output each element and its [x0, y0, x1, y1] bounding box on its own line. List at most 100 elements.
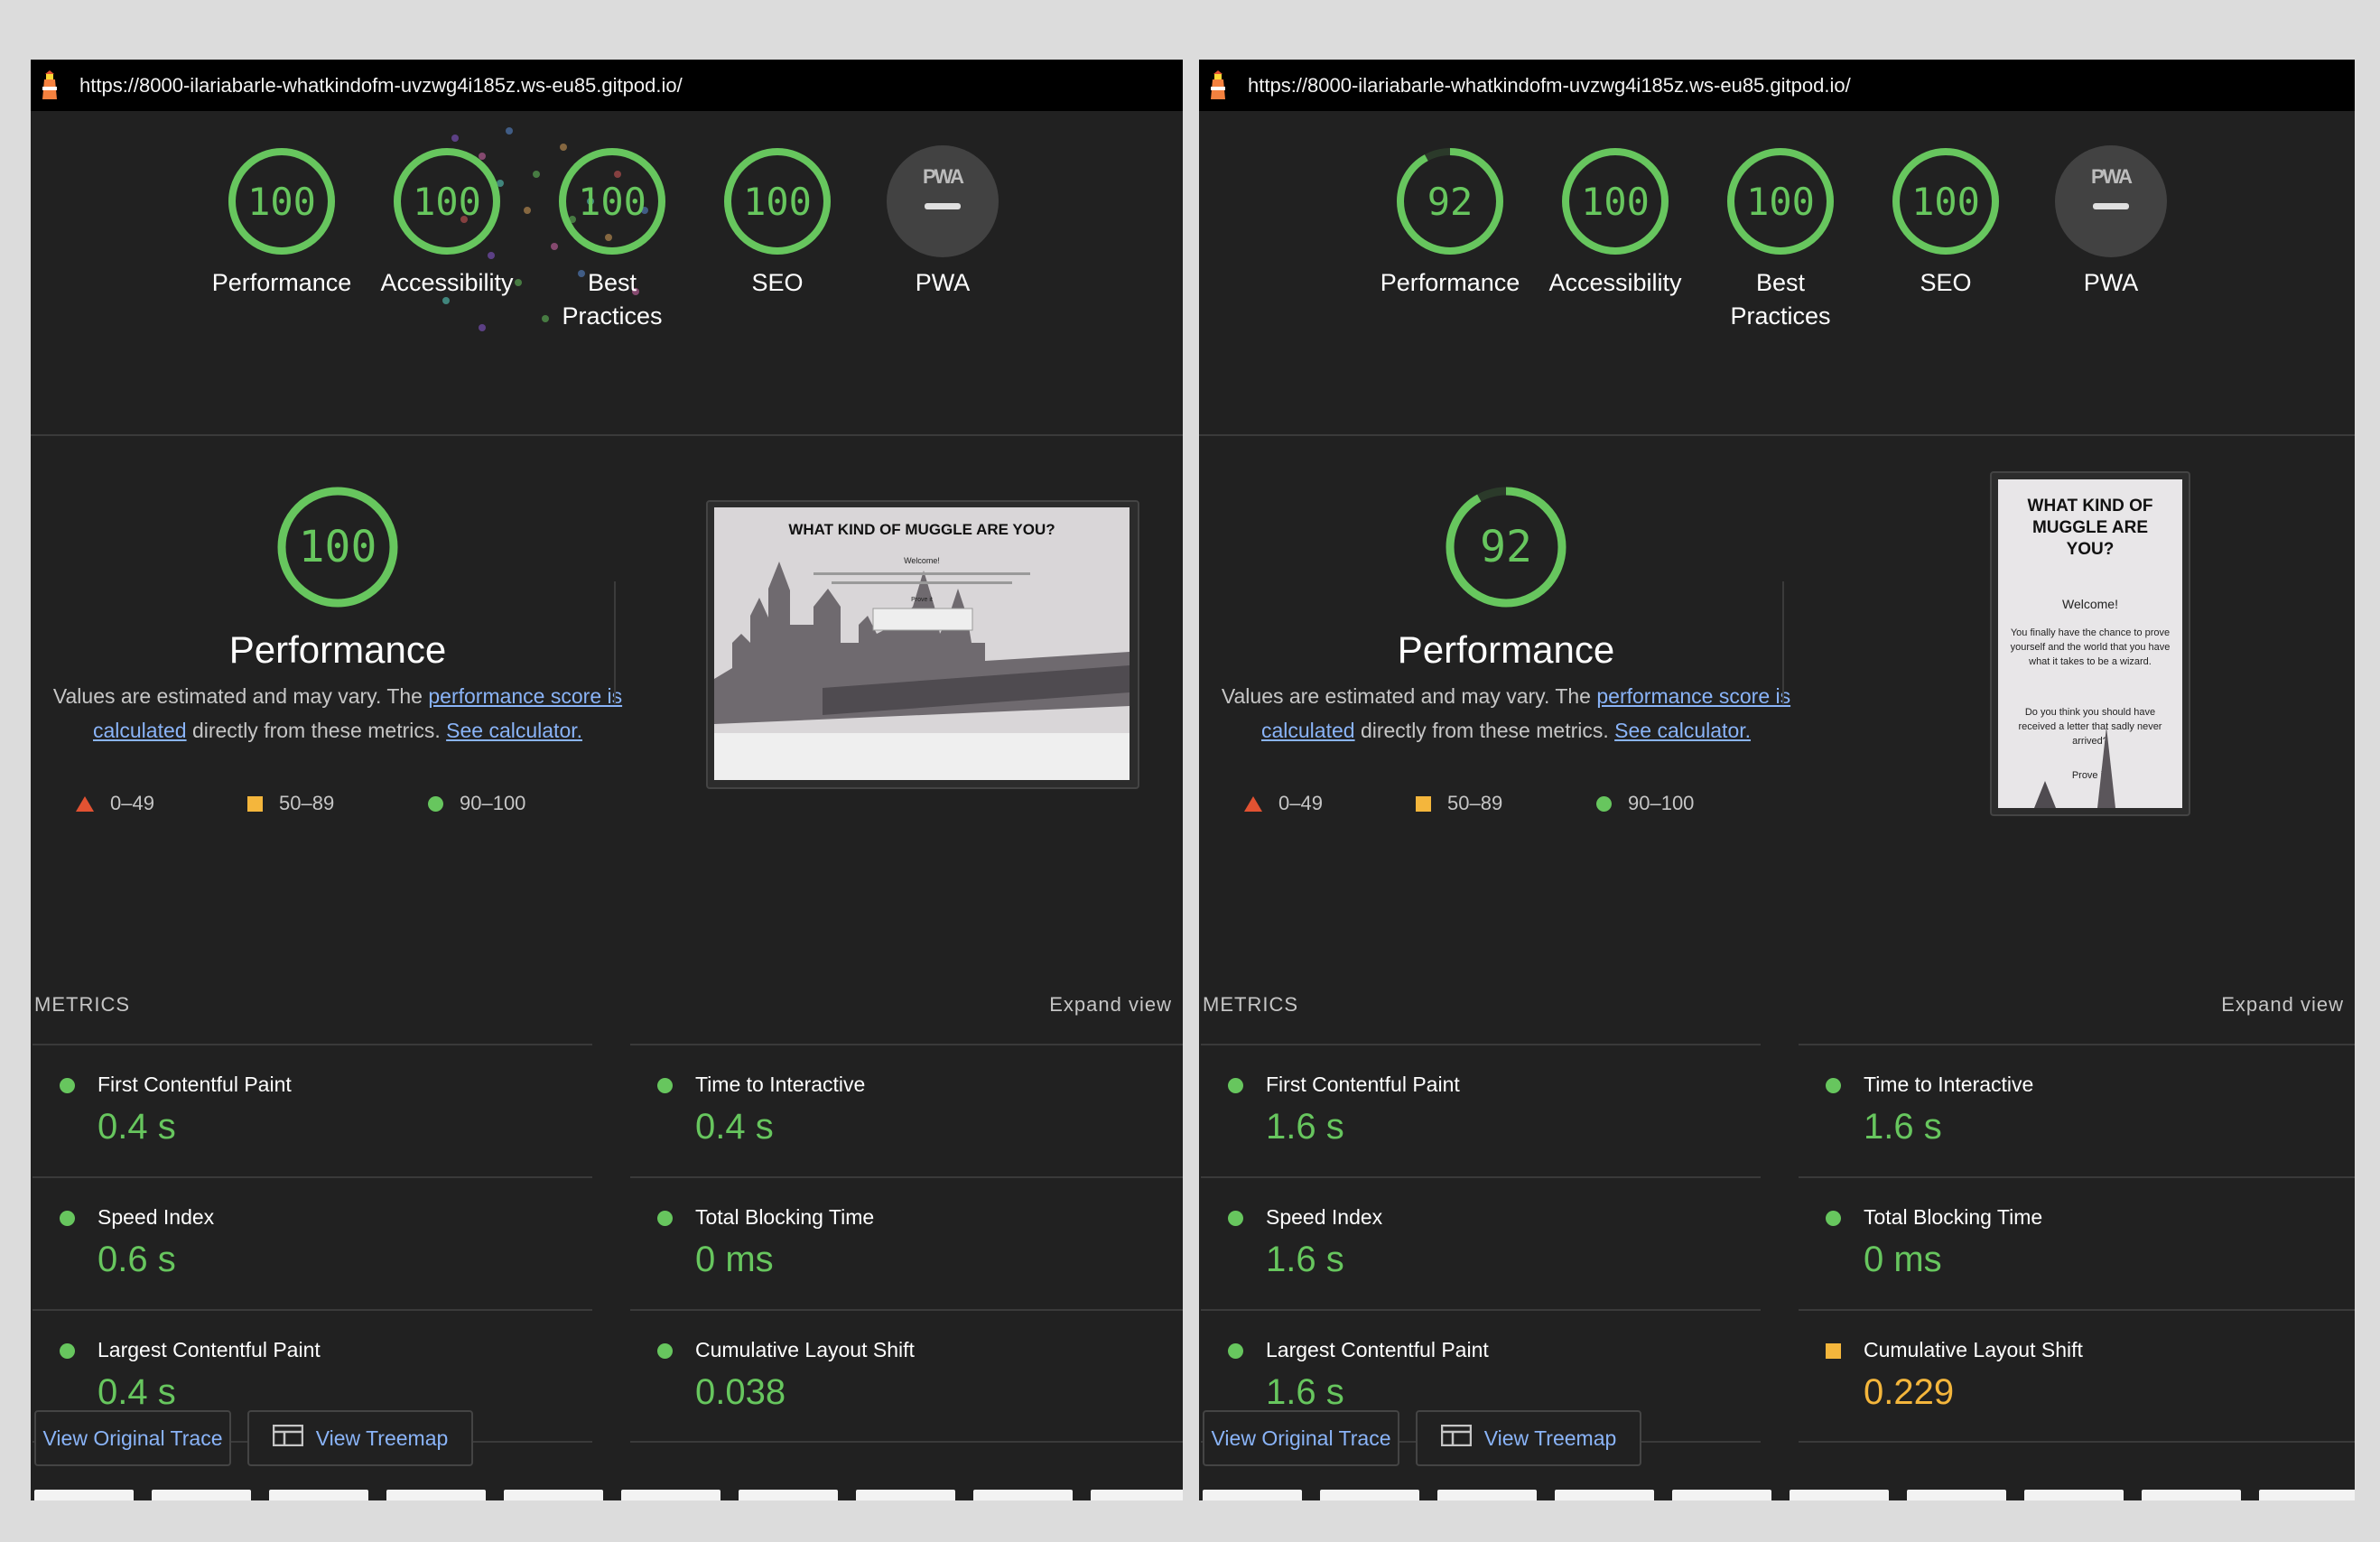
- view-original-trace-button[interactable]: View Original Trace: [1203, 1410, 1399, 1466]
- metrics-header: METRICS Expand view: [31, 980, 1183, 1026]
- filmstrip-frame: [1790, 1490, 1889, 1500]
- see-calculator-link[interactable]: See calculator.: [1614, 719, 1751, 742]
- metric-first-contentful-paint: First Contentful Paint 0.4 s: [33, 1044, 592, 1177]
- see-calculator-link[interactable]: See calculator.: [446, 719, 582, 742]
- gauge-seo[interactable]: 100 SEO: [694, 145, 860, 300]
- score-value: 100: [247, 179, 316, 224]
- score-ring: 100: [391, 145, 503, 257]
- score-legend: 0–49 50–89 90–100: [31, 786, 645, 822]
- score-gauges: 100 Performance 100 Accessibility 100 Be…: [31, 111, 1183, 436]
- score-label: Accessibility: [380, 269, 514, 296]
- filmstrip-frame: [2142, 1490, 2241, 1500]
- metric-cumulative-layout-shift: Cumulative Layout Shift 0.038: [630, 1309, 1183, 1443]
- url-bar: https://8000-ilariabarle-whatkindofm-uvz…: [31, 60, 1183, 111]
- score-ring: 100: [1725, 145, 1836, 257]
- score-ring: 100: [556, 145, 668, 257]
- desc-text: directly from these metrics.: [186, 719, 447, 742]
- final-screenshot: WHAT KIND OF MUGGLE ARE YOU? Welcome! Pr…: [706, 500, 1139, 789]
- expand-view-toggle[interactable]: Expand view: [1049, 993, 1172, 1017]
- triangle-icon: [1244, 795, 1262, 812]
- performance-summary: 92 Performance Values are estimated and …: [1199, 484, 1813, 748]
- performance-title: Performance: [228, 628, 447, 671]
- screenshot-heading: WHAT KIND OF MUGGLE ARE YOU?: [2027, 497, 2153, 559]
- gauge-pwa[interactable]: PWA PWA: [860, 145, 1026, 300]
- gauge-performance[interactable]: 100 Performance: [199, 145, 365, 300]
- pwa-badge: PWA: [2055, 145, 2167, 257]
- gauge-best-practices[interactable]: 100 Best Practices: [1697, 145, 1864, 333]
- average-square-icon: [1826, 1343, 1841, 1359]
- score-gauges: 92 Performance 100 Accessibility 100 Bes…: [1199, 111, 2355, 436]
- metric-name: Total Blocking Time: [695, 1205, 875, 1229]
- view-treemap-label: View Treemap: [1483, 1426, 1617, 1450]
- score-ring: 100: [226, 145, 338, 257]
- metric-value: 1.6 s: [1266, 1372, 1344, 1412]
- triangle-icon: [76, 795, 94, 812]
- filmstrip-frame: [1203, 1490, 1302, 1500]
- circle-icon: [1596, 795, 1612, 812]
- metric-value: 1.6 s: [1864, 1107, 1942, 1147]
- metric-name: Speed Index: [1266, 1205, 1383, 1229]
- screenshot-prove: Prove it: [911, 597, 933, 603]
- screenshot-welcome: Welcome!: [2062, 597, 2118, 611]
- filmstrip-frame: [504, 1490, 603, 1500]
- page-url[interactable]: https://8000-ilariabarle-whatkindofm-uvz…: [79, 74, 683, 98]
- filmstrip-frame: [1555, 1490, 1654, 1500]
- treemap-icon: [272, 1424, 303, 1452]
- metrics-bottom-border: [1799, 1441, 2355, 1443]
- score-label: PWA: [2083, 269, 2139, 296]
- metric-value: 0 ms: [695, 1240, 774, 1279]
- view-original-trace-button[interactable]: View Original Trace: [34, 1410, 231, 1466]
- metric-value: 0.038: [695, 1372, 786, 1412]
- score-value: 92: [1427, 179, 1474, 224]
- screenshot-image: WHAT KIND OF MUGGLE ARE YOU? Welcome! Yo…: [1998, 479, 2182, 808]
- pass-dot-icon: [657, 1078, 673, 1093]
- performance-summary: 100 Performance Values are estimated and…: [31, 484, 645, 748]
- metric-value: 1.6 s: [1266, 1240, 1344, 1279]
- square-icon: [1416, 795, 1431, 812]
- lighthouse-report-mobile: https://8000-ilariabarle-whatkindofm-uvz…: [1199, 60, 2355, 1500]
- gauge-pwa[interactable]: PWA PWA: [2028, 145, 2194, 300]
- screenshot-text: You finally have the chance to prove you…: [2010, 627, 2171, 667]
- expand-view-toggle[interactable]: Expand view: [2221, 993, 2344, 1017]
- metrics-title: METRICS: [34, 993, 130, 1016]
- performance-description: Values are estimated and may vary. The p…: [31, 679, 645, 748]
- pass-dot-icon: [1826, 1211, 1841, 1226]
- lighthouse-report-desktop: https://8000-ilariabarle-whatkindofm-uvz…: [31, 60, 1183, 1500]
- view-treemap-button[interactable]: View Treemap: [247, 1410, 473, 1466]
- treemap-icon: [1440, 1424, 1472, 1452]
- gauge-accessibility[interactable]: 100 Accessibility: [364, 145, 530, 300]
- url-bar: https://8000-ilariabarle-whatkindofm-uvz…: [1199, 60, 2355, 111]
- view-treemap-button[interactable]: View Treemap: [1416, 1410, 1641, 1466]
- final-screenshot: WHAT KIND OF MUGGLE ARE YOU? Welcome! Yo…: [1990, 471, 2190, 816]
- legend-average: 50–89: [247, 792, 334, 815]
- circle-icon: [428, 795, 443, 812]
- metric-name: Largest Contentful Paint: [1266, 1338, 1489, 1361]
- filmstrip-frame: [1091, 1490, 1183, 1500]
- score-ring: 92: [1394, 145, 1506, 257]
- pass-dot-icon: [657, 1211, 673, 1226]
- screenshot-welcome: Welcome!: [904, 556, 940, 565]
- metrics-header: METRICS Expand view: [1199, 980, 2355, 1026]
- filmstrip-frame: [1672, 1490, 1771, 1500]
- desc-text: Values are estimated and may vary. The: [1221, 684, 1597, 708]
- metric-name: Speed Index: [98, 1205, 215, 1229]
- metric-name: Time to Interactive: [1864, 1073, 2034, 1096]
- gauge-performance[interactable]: 92 Performance: [1367, 145, 1533, 300]
- performance-title: Performance: [1397, 628, 1615, 671]
- gauge-best-practices[interactable]: 100 Best Practices: [529, 145, 695, 333]
- score-ring: 100: [1890, 145, 2002, 257]
- lighthouse-icon: [1204, 70, 1232, 102]
- metric-name: Time to Interactive: [695, 1073, 866, 1096]
- filmstrip-frame: [2259, 1490, 2355, 1500]
- score-value: 100: [1911, 179, 1980, 224]
- score-value: 100: [1581, 179, 1650, 224]
- score-value: 100: [743, 179, 812, 224]
- page-url[interactable]: https://8000-ilariabarle-whatkindofm-uvz…: [1248, 74, 1851, 98]
- gauge-seo[interactable]: 100 SEO: [1863, 145, 2029, 300]
- metric-name: Cumulative Layout Shift: [1864, 1338, 2083, 1361]
- legend-average: 50–89: [1416, 792, 1502, 815]
- gauge-accessibility[interactable]: 100 Accessibility: [1532, 145, 1698, 300]
- filmstrip-frame: [973, 1490, 1073, 1500]
- pass-dot-icon: [60, 1078, 75, 1093]
- metric-cumulative-layout-shift: Cumulative Layout Shift 0.229: [1799, 1309, 2355, 1443]
